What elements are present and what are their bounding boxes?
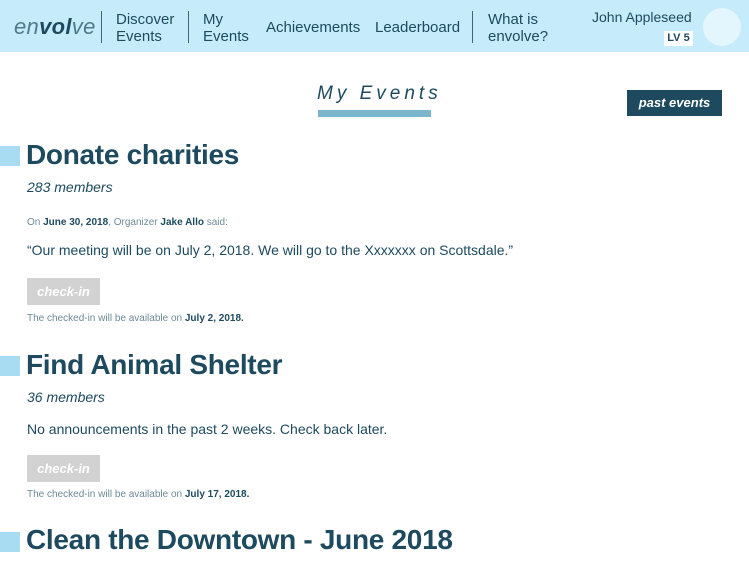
event-marker [0, 356, 20, 376]
availability-date: July 17, 2018. [184, 489, 250, 500]
logo-bold: vol [39, 14, 72, 39]
event-title[interactable]: Donate charities [26, 139, 239, 171]
nav-my-line1: My [203, 11, 223, 28]
check-in-button[interactable]: check-in [27, 278, 100, 305]
nav-divider [101, 11, 102, 43]
user-name[interactable]: John Appleseed [592, 9, 692, 25]
nav-leaderboard[interactable]: Leaderboard [375, 19, 460, 36]
nav-discover-line2: Events [116, 28, 162, 45]
event-members-count: 283 members [27, 179, 113, 195]
nav-my-line2: Events [203, 28, 249, 45]
event-marker [0, 146, 20, 166]
event-announcement-meta: On June 30, 2018, Organizer Jake Allo sa… [27, 217, 228, 228]
nav-discover-events[interactable]: Discover Events [116, 11, 174, 45]
meta-date: June 30, 2018 [43, 217, 109, 228]
page-title: My Events [317, 83, 442, 104]
meta-organizer: Jake Allo [160, 217, 204, 228]
top-nav-bar: envolve Discover Events My Events Achiev… [0, 0, 749, 52]
event-title[interactable]: Find Animal Shelter [26, 349, 282, 381]
event-announcement: “Our meeting will be on July 2, 2018. We… [27, 242, 514, 258]
nav-discover-line1: Discover [116, 11, 175, 28]
nav-what-is-envolve[interactable]: What is envolve? [488, 11, 548, 45]
check-in-button[interactable]: check-in [27, 455, 100, 482]
event-title[interactable]: Clean the Downtown - June 2018 [26, 524, 453, 556]
nav-divider [472, 11, 473, 43]
check-in-availability: The checked-in will be available on July… [27, 313, 244, 324]
logo-suffix: ve [71, 14, 96, 39]
meta-said: said: [206, 217, 228, 228]
nav-divider [188, 11, 189, 43]
envolve-logo[interactable]: envolve [14, 14, 96, 40]
user-level-badge: LV 5 [664, 31, 693, 46]
page-title-underline [318, 110, 431, 117]
availability-text: The checked-in will be available on [27, 489, 183, 500]
meta-organizer-label: , Organizer [108, 217, 158, 228]
past-events-button[interactable]: past events [627, 90, 722, 116]
event-members-count: 36 members [27, 389, 105, 405]
check-in-availability: The checked-in will be available on July… [27, 489, 249, 500]
meta-on: On [27, 217, 41, 228]
nav-my-events[interactable]: My Events [203, 11, 249, 45]
event-no-announcements: No announcements in the past 2 weeks. Ch… [27, 421, 388, 437]
nav-achievements[interactable]: Achievements [266, 19, 360, 36]
availability-text: The checked-in will be available on [27, 313, 183, 324]
availability-date: July 2, 2018. [184, 313, 244, 324]
user-avatar[interactable] [703, 8, 741, 46]
nav-what-line1: What is [488, 11, 539, 28]
event-marker [0, 532, 20, 552]
nav-what-line2: envolve? [488, 28, 549, 45]
logo-prefix: en [14, 14, 40, 39]
